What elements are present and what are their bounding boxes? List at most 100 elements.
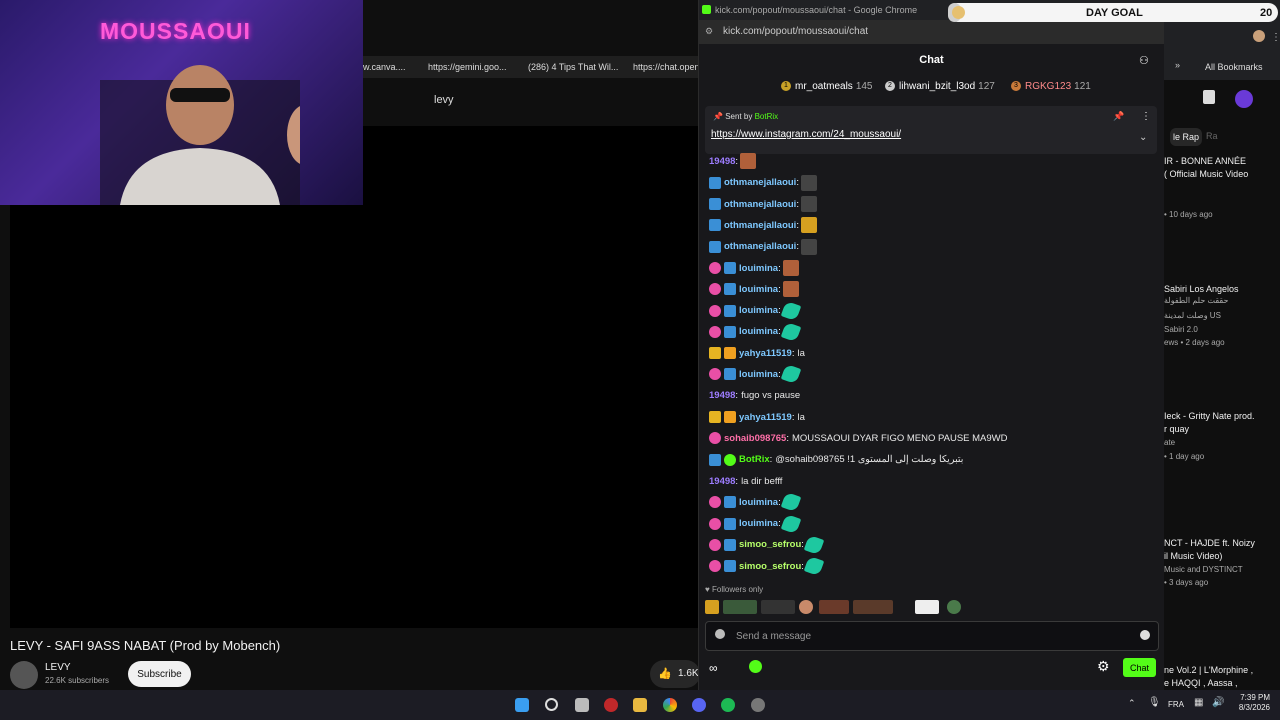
chat-username[interactable]: othmanejallaoui [724, 220, 796, 231]
file-explorer-icon[interactable] [633, 698, 647, 712]
bookmark-chatgpt[interactable]: https://chat.open... [633, 62, 707, 72]
chat-username[interactable]: louimina [739, 518, 778, 529]
clock[interactable]: 7:39 PM 8/3/2026 [1236, 693, 1270, 713]
sub-badge-icon [709, 560, 721, 573]
emote-option[interactable] [947, 600, 961, 614]
pin-icon[interactable]: 📌 [1113, 111, 1124, 122]
chat-send-button[interactable]: Chat [1123, 658, 1156, 677]
chat-username[interactable]: simoo_sefrou [739, 539, 801, 550]
chat-username[interactable]: louimina [739, 326, 778, 337]
separator: : [735, 390, 739, 402]
emote-option[interactable] [915, 600, 939, 614]
emote-icon [803, 555, 825, 577]
bookmark-gemini[interactable]: https://gemini.goo... [428, 62, 507, 72]
emote-option[interactable] [761, 600, 795, 614]
microphone-icon[interactable]: 🎙 [1148, 697, 1161, 708]
notifications-icon[interactable] [1203, 90, 1215, 104]
rec-title[interactable]: ( Official Music Video [1164, 168, 1248, 180]
windows-start-icon[interactable] [515, 698, 529, 712]
chevron-up-icon[interactable]: ⌃ [1128, 698, 1136, 709]
kick-coin-icon[interactable] [749, 660, 762, 673]
account-avatar[interactable] [1235, 90, 1253, 108]
search-icon[interactable] [545, 698, 558, 711]
more-options-icon[interactable]: ⋮ [1141, 111, 1151, 122]
chat-username[interactable]: louimina [739, 305, 778, 316]
rec-title[interactable]: il Music Video) [1164, 550, 1222, 562]
discord-icon[interactable] [692, 698, 706, 712]
spotify-icon[interactable] [721, 698, 735, 712]
chat-username[interactable]: othmanejallaoui [724, 177, 796, 188]
gifter-2[interactable]: 2 lihwani_bzit_l3od 127 [885, 81, 995, 92]
kick-points-icon[interactable]: ∞ [709, 661, 718, 675]
emoji-icon[interactable] [1140, 630, 1150, 640]
rec-title[interactable]: وصلت لمدينة US [1164, 311, 1221, 320]
gifter-3[interactable]: 3 RGKG123 121 [1011, 81, 1091, 92]
url-bar[interactable]: ⚙ kick.com/popout/moussaoui/chat [699, 20, 1164, 44]
chat-username[interactable]: simoo_sefrou [739, 561, 801, 572]
bookmark-youtube[interactable]: (286) 4 Tips That Wil... [528, 62, 618, 72]
chat-username[interactable]: 19498 [709, 156, 735, 167]
chat-username[interactable]: louimina [739, 497, 778, 508]
pinned-link[interactable]: https://www.instagram.com/24_moussaoui/ [711, 129, 901, 140]
message-input[interactable] [734, 627, 1128, 645]
chat-username[interactable]: yahya11519 [739, 348, 792, 359]
chat-username[interactable]: yahya11519 [739, 412, 792, 423]
volume-icon[interactable]: 🔊 [1212, 697, 1224, 708]
channel-name[interactable]: LEVY [45, 662, 71, 673]
rec-title[interactable]: NCT - HAJDE ft. Noizy [1164, 537, 1255, 549]
user-settings-icon[interactable]: ⚇ [1139, 54, 1149, 67]
rec-title[interactable]: حققت حلم الطفولة [1164, 296, 1228, 305]
chat-username[interactable]: louimina [739, 369, 778, 380]
chat-username[interactable]: sohaib098765 [724, 433, 786, 444]
all-bookmarks[interactable]: All Bookmarks [1205, 62, 1263, 72]
rec-title[interactable]: Ieck - Gritty Nate prod. [1164, 410, 1255, 422]
task-view-icon[interactable] [575, 698, 589, 712]
emote-option[interactable] [705, 600, 719, 614]
app-icon[interactable] [751, 698, 765, 712]
settings-gear-icon[interactable]: ⚙ [1097, 658, 1110, 675]
chat-username[interactable]: 19498 [709, 390, 735, 401]
filter-chip[interactable]: Ra [1206, 131, 1218, 141]
like-button[interactable]: 👍 1.6K [650, 660, 700, 688]
site-info-icon[interactable]: ⚙ [705, 26, 715, 36]
chat-message-text: la [797, 411, 805, 423]
chat-username[interactable]: othmanejallaoui [724, 241, 796, 252]
chevron-right-icon[interactable]: » [1175, 60, 1180, 70]
chat-username[interactable]: louimina [739, 284, 778, 295]
chat-username[interactable]: othmanejallaoui [724, 199, 796, 210]
like-count: 1.6K [678, 668, 699, 679]
sub-badge-icon [709, 517, 721, 530]
rec-title[interactable]: Sabiri Los Angelos [1164, 283, 1239, 295]
rec-title[interactable]: r quay [1164, 423, 1189, 435]
filter-chip[interactable]: le Rap [1170, 128, 1202, 146]
rec-title[interactable]: IR - BONNE ANNÉE [1164, 155, 1246, 167]
chat-username[interactable]: BotRix [739, 454, 770, 465]
emote-option[interactable] [853, 600, 893, 614]
chevron-down-icon[interactable]: ⌄ [1139, 132, 1147, 143]
subscribe-button[interactable]: Subscribe [128, 661, 191, 687]
gifter-1[interactable]: 1 mr_oatmeals 145 [781, 81, 873, 92]
emote-option[interactable] [799, 600, 813, 614]
emote-option[interactable] [723, 600, 757, 614]
chat-username[interactable]: 19498 [709, 476, 735, 487]
app-icon[interactable] [604, 698, 618, 712]
rec-title[interactable]: e HAQQI , Aassa , [1164, 677, 1238, 689]
channel-avatar[interactable] [10, 661, 38, 689]
chrome-icon[interactable] [663, 698, 677, 712]
profile-avatar[interactable] [1253, 30, 1265, 42]
chat-message: othmanejallaoui: [709, 195, 817, 215]
emote-icon [740, 153, 757, 170]
language-indicator[interactable]: FRA [1168, 700, 1184, 709]
emote-icon [780, 513, 801, 534]
sub-badge-icon [709, 538, 721, 551]
menu-icon[interactable]: ⋮ [1271, 32, 1280, 43]
network-icon[interactable]: ▦ [1194, 697, 1203, 708]
bookmark-canva[interactable]: w.canva.... [363, 62, 406, 72]
chat-message: othmanejallaoui: [709, 173, 817, 193]
search-input[interactable]: levy [430, 88, 698, 112]
emote-option[interactable] [819, 600, 849, 614]
rec-title[interactable]: ne Vol.2 | L'Morphine , [1164, 664, 1253, 676]
chat-username[interactable]: louimina [739, 263, 778, 274]
sub-badge-icon [709, 325, 721, 338]
star-badge-icon [709, 198, 721, 211]
